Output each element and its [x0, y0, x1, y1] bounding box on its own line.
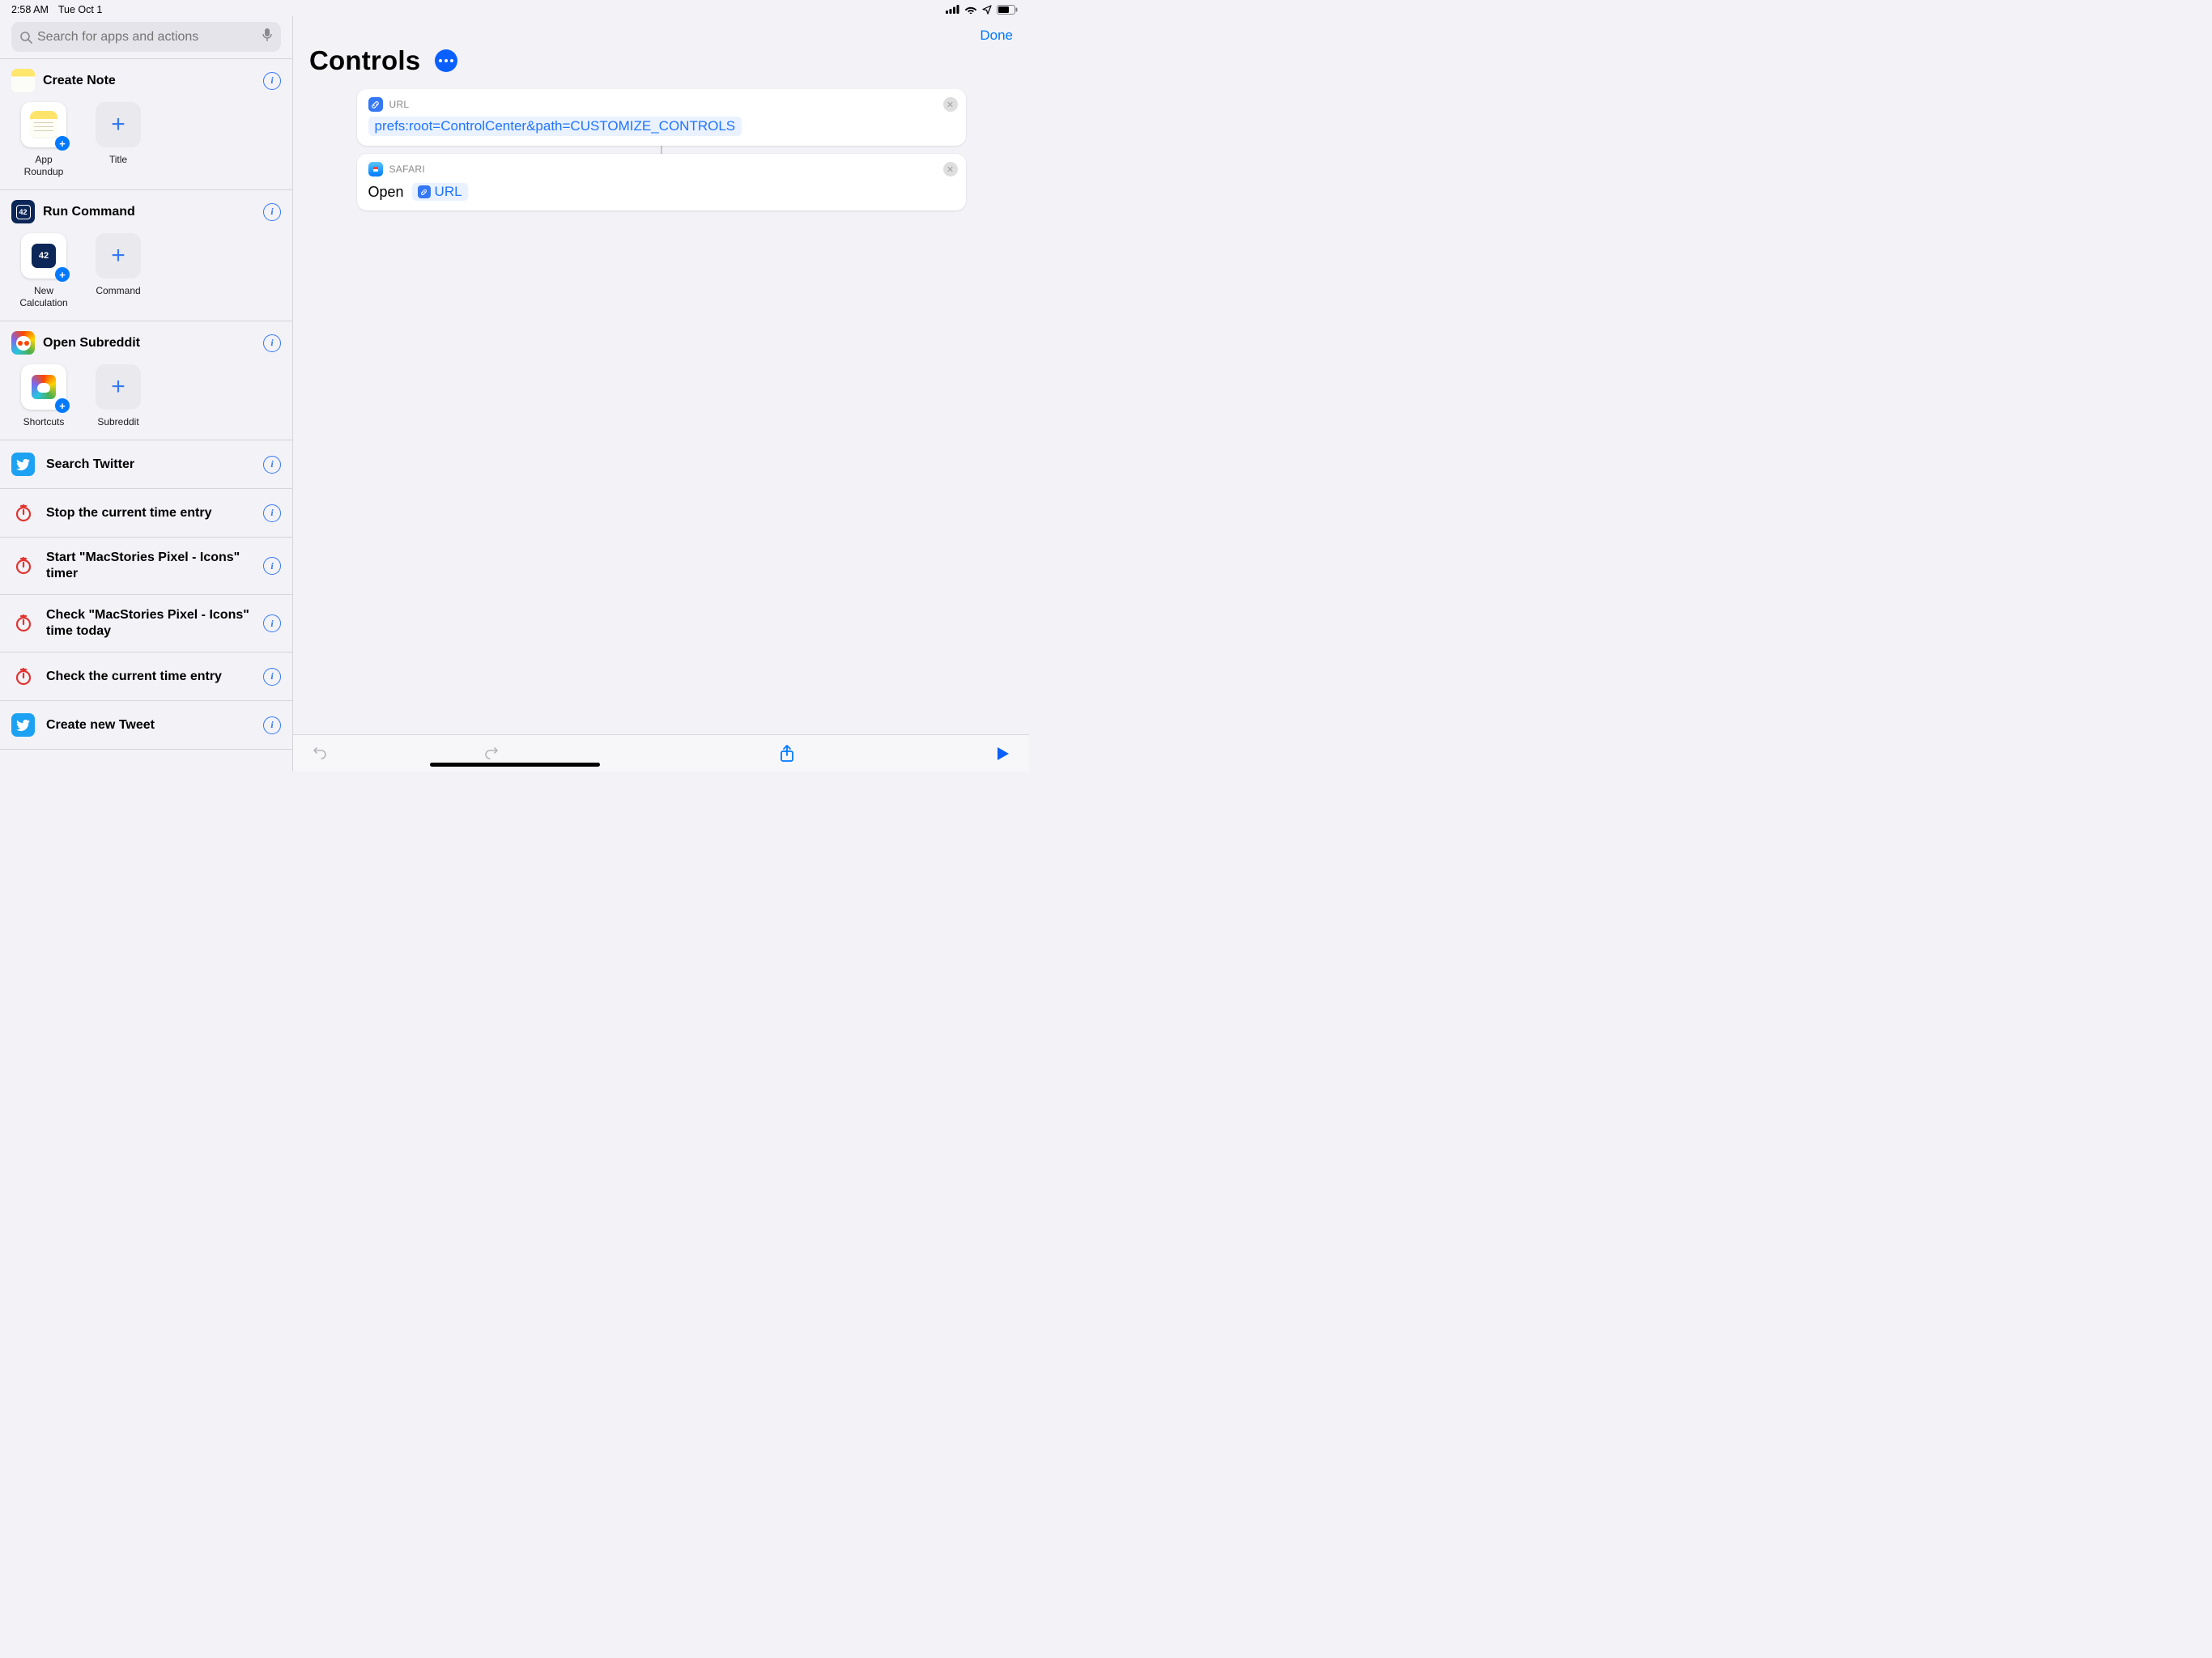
- open-card-header: SAFARI: [389, 164, 425, 175]
- app-tile[interactable]: +Shortcuts: [18, 364, 70, 428]
- connector-line: [661, 146, 662, 154]
- sidebar: Create Note i +App Roundup +Title 42 Run …: [0, 16, 293, 772]
- section-title: Open Subreddit: [43, 336, 255, 351]
- status-right: [946, 5, 1018, 15]
- remove-action-button[interactable]: ✕: [943, 97, 958, 112]
- search-input[interactable]: [37, 30, 257, 45]
- status-date: Tue Oct 1: [58, 4, 102, 15]
- row-label: Start "MacStories Pixel - Icons" timer: [46, 550, 252, 582]
- search-icon: [19, 31, 32, 44]
- row-label: Search Twitter: [46, 457, 252, 473]
- action-row[interactable]: Stop the current time entry i: [0, 489, 292, 538]
- done-button[interactable]: Done: [980, 28, 1013, 44]
- row-label: Stop the current time entry: [46, 505, 252, 521]
- action-row[interactable]: Check "MacStories Pixel - Icons" time to…: [0, 595, 292, 653]
- undo-button[interactable]: [311, 745, 329, 763]
- search-field[interactable]: [11, 22, 281, 52]
- shortcut-title[interactable]: Controls: [309, 45, 420, 76]
- open-verb: Open: [368, 184, 404, 201]
- action-section: Create Note i +App Roundup +Title: [0, 59, 292, 190]
- url-value[interactable]: prefs:root=ControlCenter&path=CUSTOMIZE_…: [368, 117, 742, 136]
- row-label: Create new Tweet: [46, 717, 252, 733]
- section-title: Create Note: [43, 74, 255, 88]
- row-label: Check "MacStories Pixel - Icons" time to…: [46, 607, 252, 640]
- section-title: Run Command: [43, 205, 255, 219]
- url-token[interactable]: URL: [412, 183, 468, 201]
- sections-mount: Create Note i +App Roundup +Title 42 Run …: [0, 59, 292, 440]
- home-indicator: [430, 763, 600, 767]
- share-button[interactable]: [779, 744, 795, 763]
- app-tile[interactable]: +App Roundup: [18, 102, 70, 178]
- cellular-icon: [946, 5, 959, 14]
- redo-button[interactable]: [483, 745, 500, 763]
- action-row[interactable]: Create new Tweet i: [0, 701, 292, 750]
- add-tile[interactable]: +Title: [92, 102, 144, 178]
- link-icon: [368, 97, 383, 112]
- url-card-header: URL: [389, 99, 410, 110]
- battery-icon: [997, 5, 1018, 15]
- action-row[interactable]: Check the current time entry i: [0, 653, 292, 701]
- url-action-card[interactable]: URL ✕ prefs:root=ControlCenter&path=CUST…: [357, 89, 966, 146]
- options-button[interactable]: [435, 49, 457, 72]
- location-icon: [982, 5, 992, 15]
- status-bar: 2:58 AM Tue Oct 1: [0, 0, 1029, 16]
- info-button[interactable]: i: [263, 504, 281, 522]
- info-button[interactable]: i: [263, 716, 281, 734]
- info-button[interactable]: i: [263, 557, 281, 575]
- app-tile[interactable]: 42+New Calculation: [18, 233, 70, 309]
- info-button[interactable]: i: [263, 334, 281, 352]
- link-icon: [418, 185, 431, 198]
- action-row[interactable]: Start "MacStories Pixel - Icons" timer i: [0, 538, 292, 595]
- info-button[interactable]: i: [263, 614, 281, 632]
- info-button[interactable]: i: [263, 203, 281, 221]
- action-section: Open Subreddit i +Shortcuts +Subreddit: [0, 321, 292, 440]
- rows-mount: Search TwitteriStop the current time ent…: [0, 440, 292, 750]
- remove-action-button[interactable]: ✕: [943, 162, 958, 176]
- workflow-canvas[interactable]: URL ✕ prefs:root=ControlCenter&path=CUST…: [293, 89, 1029, 734]
- action-section: 42 Run Command i 42+New Calculation+Comm…: [0, 190, 292, 321]
- safari-icon: [368, 162, 383, 176]
- info-button[interactable]: i: [263, 456, 281, 474]
- actions-list[interactable]: Create Note i +App Roundup +Title 42 Run …: [0, 59, 292, 772]
- wifi-icon: [964, 5, 977, 14]
- action-row[interactable]: Search Twitter i: [0, 440, 292, 489]
- info-button[interactable]: i: [263, 668, 281, 686]
- info-button[interactable]: i: [263, 72, 281, 90]
- row-label: Check the current time entry: [46, 669, 252, 685]
- open-url-action-card[interactable]: SAFARI ✕ Open URL: [357, 154, 966, 210]
- add-tile[interactable]: +Subreddit: [92, 364, 144, 428]
- run-button[interactable]: [993, 745, 1011, 763]
- bottom-toolbar: [293, 734, 1029, 772]
- status-time: 2:58 AM: [11, 4, 49, 15]
- main-panel: Done Controls URL ✕ prefs:root=ControlCe…: [293, 16, 1029, 772]
- mic-icon[interactable]: [262, 28, 273, 46]
- add-tile[interactable]: +Command: [92, 233, 144, 309]
